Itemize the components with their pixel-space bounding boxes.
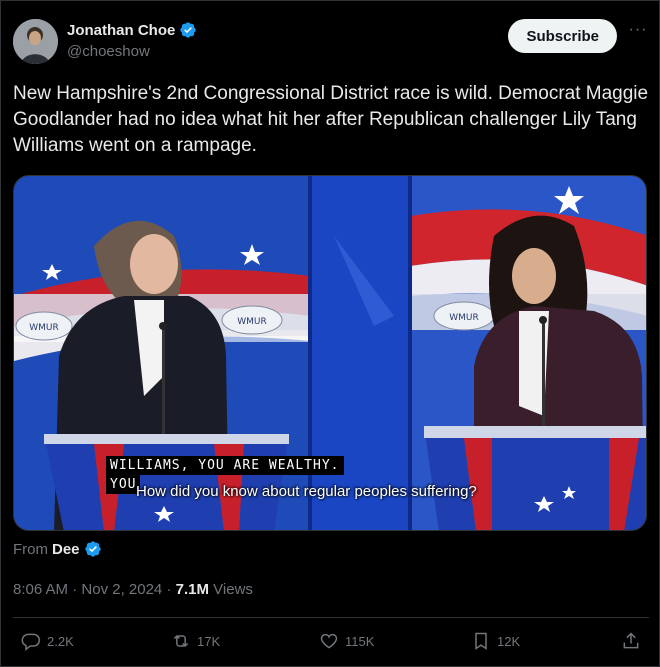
tweet-date[interactable]: Nov 2, 2024 (81, 581, 162, 598)
author-names: Jonathan Choe @choeshow (67, 21, 197, 60)
subscribe-button[interactable]: Subscribe (508, 19, 617, 53)
tweet-video[interactable]: WMUR WMUR WMUR WILLIAMS, YOU ARE WEALTHY… (13, 175, 647, 531)
wmur-logo-right: WMUR (449, 313, 479, 323)
views-count: 7.1M (175, 581, 209, 598)
source-prefix: From (13, 540, 48, 558)
divider (13, 617, 649, 618)
views-label: Views (213, 581, 253, 598)
wmur-logo-left: WMUR (29, 323, 59, 333)
share-button[interactable] (621, 631, 641, 651)
video-subtitle: How did you know about regular peoples s… (136, 483, 477, 500)
author-name-text[interactable]: Jonathan Choe (67, 22, 175, 39)
tweet-time[interactable]: 8:06 AM (13, 581, 68, 598)
bookmark-count: 12K (497, 633, 521, 649)
tweet-header: Jonathan Choe @choeshow Subscribe ··· (13, 15, 649, 67)
video-source: From Dee (13, 540, 102, 558)
like-button[interactable]: 115K (319, 631, 374, 651)
repost-count: 17K (197, 633, 221, 649)
avatar[interactable] (13, 19, 58, 64)
author-handle[interactable]: @choeshow (67, 43, 197, 60)
bookmark-button[interactable]: 12K (471, 631, 520, 651)
heart-icon (320, 633, 338, 649)
source-name[interactable]: Dee (52, 541, 80, 558)
action-bar: 2.2K 17K 115K 12K (13, 631, 649, 659)
verified-badge-icon (84, 541, 101, 557)
video-caption-line1: WILLIAMS, YOU ARE WEALTHY. (106, 456, 344, 475)
reply-count: 2.2K (47, 633, 74, 649)
bookmark-icon (475, 632, 487, 650)
repost-button[interactable]: 17K (171, 631, 220, 651)
verified-badge-icon (180, 22, 197, 38)
tweet-meta: 8:06 AM · Nov 2, 2024 · 7.1M Views (13, 581, 253, 598)
more-options-icon[interactable]: ··· (627, 22, 649, 45)
like-count: 115K (345, 633, 375, 649)
tweet-text: New Hampshire's 2nd Congressional Distri… (13, 83, 649, 156)
wmur-logo-center: WMUR (237, 317, 267, 327)
meta-separator: · (72, 581, 82, 598)
meta-separator: · (166, 581, 176, 598)
repost-icon (173, 634, 189, 648)
author-display-name[interactable]: Jonathan Choe (67, 21, 197, 39)
tweet-card: Jonathan Choe @choeshow Subscribe ··· Ne… (0, 0, 660, 667)
reply-icon (21, 633, 41, 651)
share-icon (623, 632, 639, 649)
reply-button[interactable]: 2.2K (21, 631, 74, 651)
